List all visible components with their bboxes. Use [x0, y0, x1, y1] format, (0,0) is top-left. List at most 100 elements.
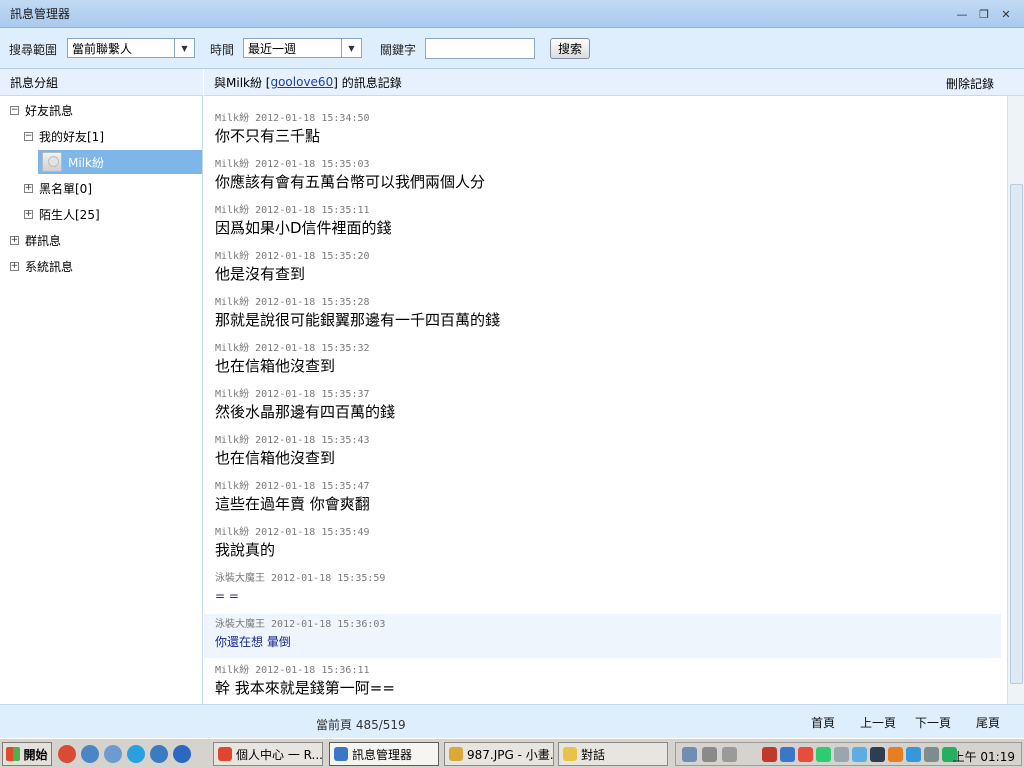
skype-icon[interactable] [127, 745, 145, 763]
message-text: 這些在過年賣 你會爽翻 [215, 495, 370, 513]
message-item: Milk紛 2012-01-18 15:35:49 我說真的 [204, 526, 1001, 560]
taskbar-item[interactable]: 訊息管理器 [329, 742, 439, 766]
taskbar-item[interactable]: 對話 [558, 742, 668, 766]
message-item: Milk紛 2012-01-18 15:35:20 他是沒有查到 [204, 250, 1001, 284]
expand-icon[interactable]: + [10, 261, 19, 271]
delete-records-button[interactable]: 刪除記錄 [946, 75, 994, 92]
taskbar-item[interactable]: 987.JPG - 小畫... [444, 742, 554, 766]
time-select[interactable]: 最近一週 ▼ [243, 38, 362, 58]
tray-icon[interactable] [906, 747, 921, 762]
tray-icon[interactable] [722, 747, 737, 762]
scope-select[interactable]: 當前聯繫人 ▼ [67, 38, 195, 58]
tray-icon[interactable] [780, 747, 795, 762]
message-item: Milk紛 2012-01-18 15:35:47 這些在過年賣 你會爽翻 [204, 480, 1001, 514]
vertical-scrollbar[interactable] [1007, 96, 1024, 704]
collapse-icon[interactable]: − [10, 105, 19, 115]
tray-icon[interactable] [762, 747, 777, 762]
message-meta: Milk紛 2012-01-18 15:35:49 [215, 527, 370, 538]
window-controls: — ❐ ✕ [954, 6, 1014, 22]
tree-item-contact-milk[interactable]: Milk紛 [38, 150, 202, 174]
minimize-icon[interactable]: — [954, 6, 970, 22]
header-suffix: ] 的訊息記錄 [333, 75, 402, 90]
media-player-icon[interactable] [81, 745, 99, 763]
page-info: 當前頁 485/519 [316, 718, 406, 732]
expand-icon[interactable]: + [10, 235, 19, 245]
next-page-button[interactable]: 下一頁 [915, 714, 951, 731]
message-meta: 泳裝大魔王 2012-01-18 15:36:03 [215, 619, 386, 630]
message-text: 他是沒有查到 [215, 265, 306, 283]
tray-icon[interactable] [870, 747, 885, 762]
folder-icon [563, 747, 577, 761]
quick-launch [58, 745, 191, 763]
last-page-button[interactable]: 尾頁 [976, 714, 1000, 731]
message-meta: Milk紛 2012-01-18 15:35:20 [215, 251, 370, 262]
message-meta: Milk紛 2012-01-18 15:35:37 [215, 389, 370, 400]
message-meta: Milk紛 2012-01-18 15:35:32 [215, 343, 370, 354]
taskbar-item[interactable]: 個人中心 一 R... [213, 742, 323, 766]
chevron-down-icon[interactable]: ▼ [341, 39, 361, 57]
clock: 上午 01:19 [952, 750, 1015, 764]
messenger-icon[interactable] [150, 745, 168, 763]
ie-icon[interactable] [173, 745, 191, 763]
message-meta: Milk紛 2012-01-18 15:35:28 [215, 297, 370, 308]
message-meta: Milk紛 2012-01-18 15:36:11 [215, 665, 370, 676]
paint-icon [449, 747, 463, 761]
qq-icon[interactable] [798, 747, 813, 762]
first-page-button[interactable]: 首頁 [811, 714, 835, 731]
tree-item-group-messages[interactable]: + 群訊息 [10, 229, 61, 251]
keyword-input[interactable] [425, 38, 535, 59]
message-meta: Milk紛 2012-01-18 15:35:43 [215, 435, 370, 446]
message-group-tree: − 好友訊息 − 我的好友[1] Milk紛 + 黑名單[0] + 陌生人[25… [0, 96, 203, 740]
tree-item-friends-messages[interactable]: − 好友訊息 [10, 99, 73, 121]
time-label: 時間 [210, 43, 235, 57]
scrollbar-thumb[interactable] [1010, 184, 1023, 684]
tree-item-label: 陌生人[25] [39, 207, 100, 222]
header-prefix: 與Milk紛 [ [214, 75, 271, 90]
time-select-value: 最近一週 [248, 41, 297, 56]
tree-item-label: 群訊息 [25, 233, 62, 248]
tray-icon[interactable] [816, 747, 831, 762]
message-item: Milk紛 2012-01-18 15:35:28 那就是說很可能銀翼那邊有一千… [204, 296, 1001, 330]
message-item: Milk紛 2012-01-18 15:35:32 也在信箱他沒查到 [204, 342, 1001, 376]
message-text: 因爲如果小D信件裡面的錢 [215, 219, 392, 237]
message-item: 泳裝大魔王 2012-01-18 15:36:03 你還在想 暈倒 [204, 614, 1001, 658]
collapse-icon[interactable]: − [24, 131, 33, 141]
tree-item-strangers[interactable]: + 陌生人[25] [24, 203, 100, 225]
chrome-icon[interactable] [58, 745, 76, 763]
tree-item-blacklist[interactable]: + 黑名單[0] [24, 177, 92, 199]
search-button[interactable]: 搜索 [550, 38, 590, 59]
tree-item-my-friends[interactable]: − 我的好友[1] [24, 125, 104, 147]
search-bar: 搜尋範圍 當前聯繫人 ▼ 時間 最近一週 ▼ 關鍵字 搜索 [0, 28, 1024, 69]
message-item: Milk紛 2012-01-18 15:35:37 然後水晶那邊有四百萬的錢 [204, 388, 1001, 422]
expand-icon[interactable]: + [24, 183, 33, 193]
expand-icon[interactable]: + [24, 209, 33, 219]
close-icon[interactable]: ✕ [998, 6, 1014, 22]
keyword-label: 關鍵字 [380, 43, 417, 57]
contact-account-link[interactable]: goolove60 [270, 75, 333, 89]
message-text: 我說真的 [215, 541, 276, 559]
tray-icon[interactable] [702, 747, 717, 762]
tray-icon[interactable] [888, 747, 903, 762]
windows-logo-icon [6, 747, 21, 761]
app-icon[interactable] [104, 745, 122, 763]
message-text: 你不只有三千點 [215, 127, 321, 145]
message-text: 那就是說很可能銀翼那邊有一千四百萬的錢 [215, 311, 501, 329]
chevron-down-icon[interactable]: ▼ [174, 39, 194, 57]
message-manager-icon [334, 747, 348, 761]
tree-item-system-messages[interactable]: + 系統訊息 [10, 255, 73, 277]
tray-icon[interactable] [682, 747, 697, 762]
tray-icon[interactable] [852, 747, 867, 762]
message-text: 你應該有會有五萬台幣可以我們兩個人分 [215, 173, 486, 191]
message-list: Milk紛 2012-01-18 15:34:50 你不只有三千點 Milk紛 … [204, 96, 1007, 704]
tray-icon[interactable] [834, 747, 849, 762]
prev-page-button[interactable]: 上一頁 [860, 714, 896, 731]
pagination-bar: 當前頁 485/519 首頁 上一頁 下一頁 尾頁 [204, 704, 1024, 738]
message-meta: Milk紛 2012-01-18 15:35:03 [215, 159, 370, 170]
start-button[interactable]: 開始 [2, 742, 52, 766]
message-text: 你還在想 暈倒 [215, 635, 291, 649]
tray-icon[interactable] [924, 747, 939, 762]
tree-item-label: 系統訊息 [25, 259, 74, 274]
message-meta: Milk紛 2012-01-18 15:35:47 [215, 481, 370, 492]
avatar [42, 152, 62, 172]
restore-icon[interactable]: ❐ [976, 6, 992, 22]
